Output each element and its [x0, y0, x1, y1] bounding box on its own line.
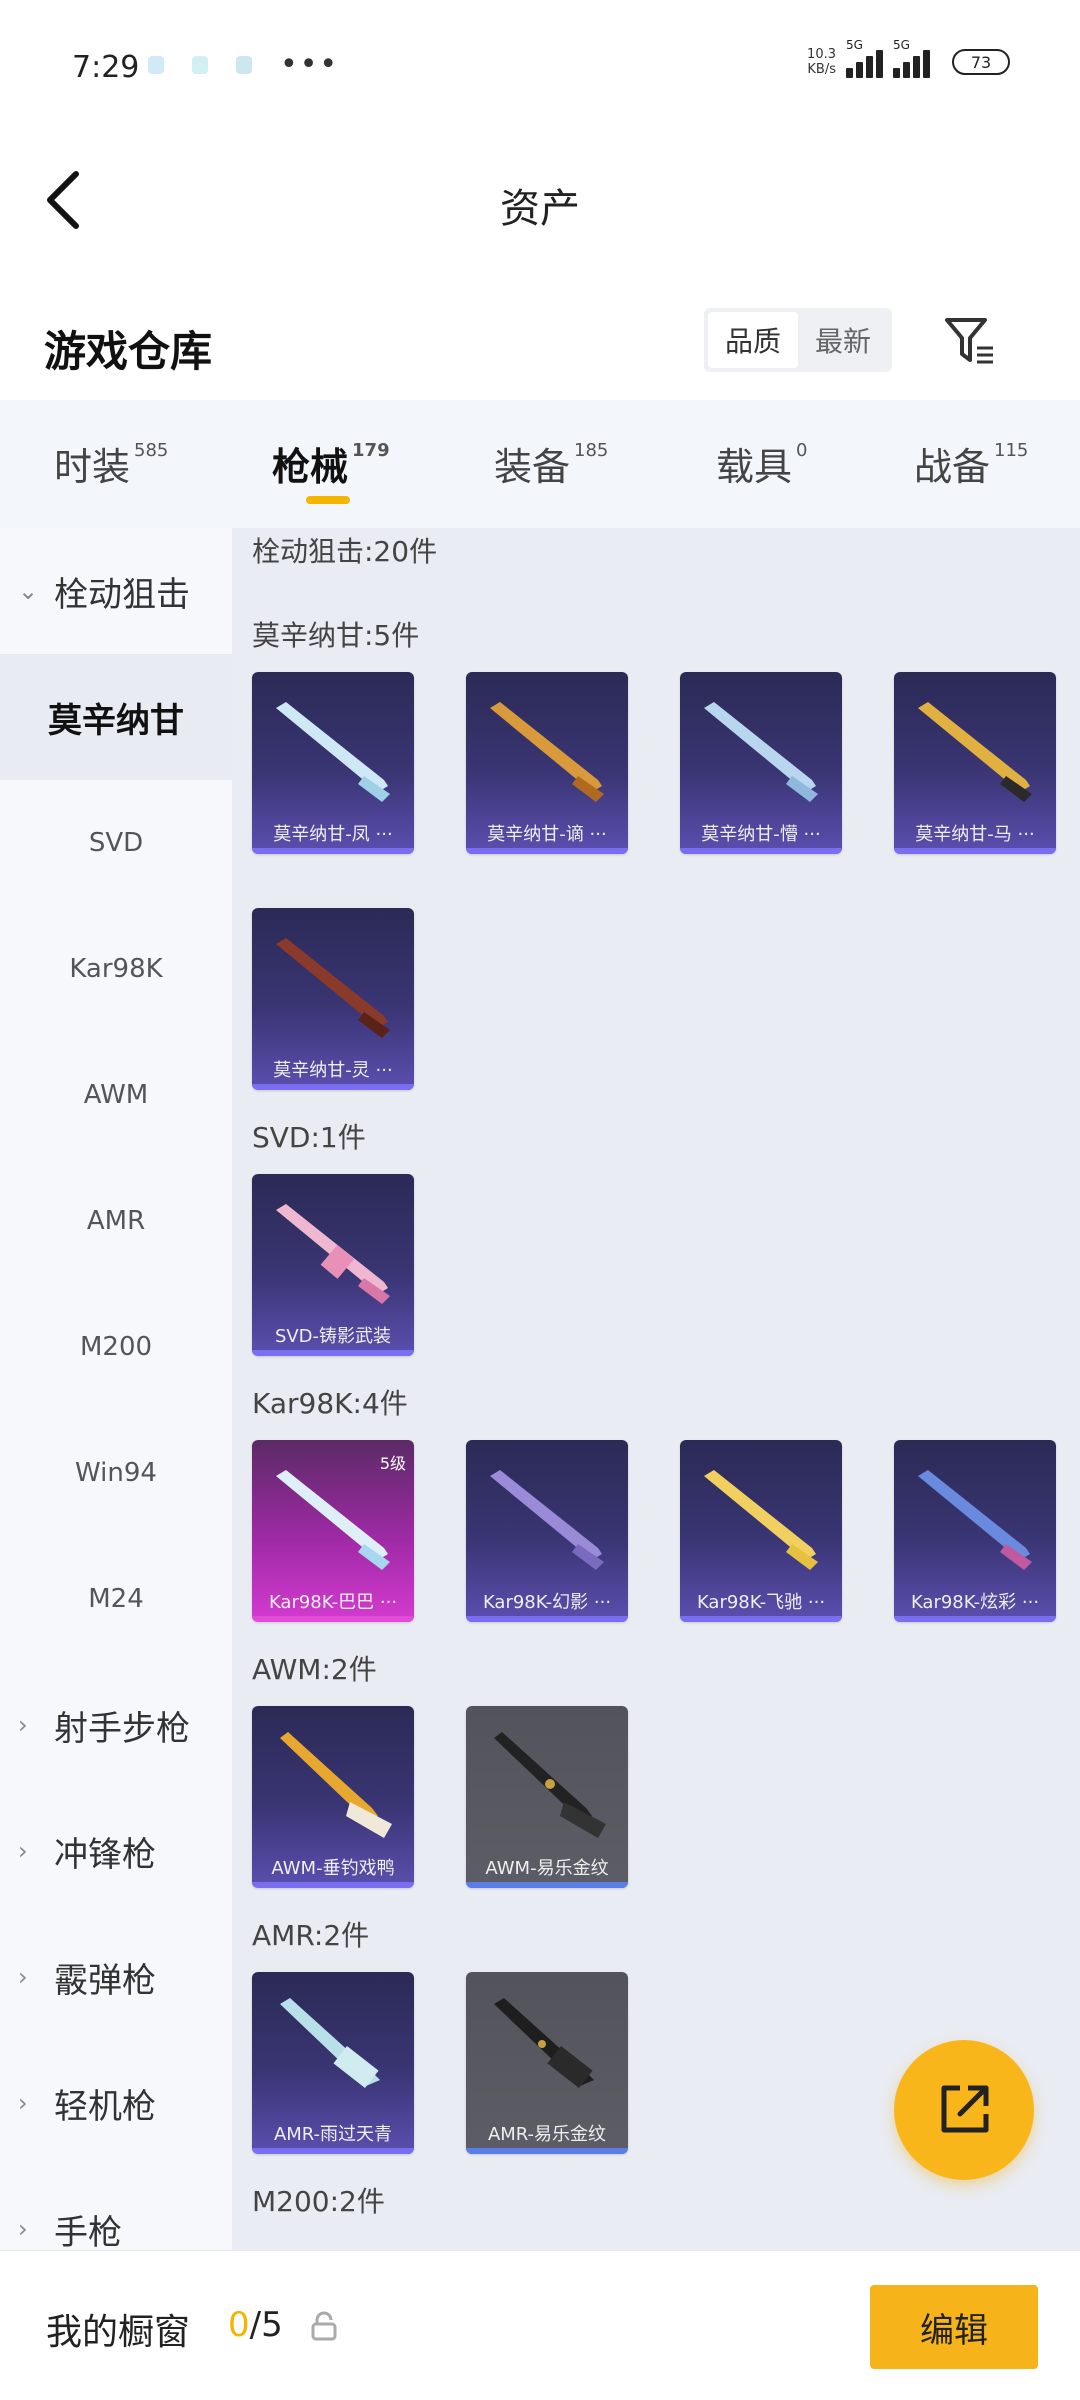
rifle-image — [276, 1204, 390, 1304]
section-label-m200: M200:2件 — [252, 2185, 385, 2218]
filter-icon — [945, 318, 993, 364]
rifle-image — [280, 1732, 392, 1838]
signal-icon-sim1: 5G — [846, 38, 883, 78]
item-card[interactable]: AMR-易乐金纹 — [466, 1972, 628, 2154]
share-button[interactable] — [894, 2040, 1034, 2180]
filter-button[interactable] — [940, 312, 1000, 372]
share-export-icon — [941, 2085, 989, 2133]
sidebar: ⌄ 栓动狙击 莫辛纳甘 SVD Kar98K AWM AMR M200 Win9… — [0, 528, 232, 2250]
drop-icon — [148, 56, 164, 74]
signal-icon-sim2: 5G — [893, 38, 930, 78]
item-card[interactable]: 5级 Kar98K-巴巴 ··· — [252, 1440, 414, 1622]
item-card[interactable]: SVD-铸影武装 — [252, 1174, 414, 1356]
active-tab-indicator — [306, 496, 350, 504]
item-card[interactable]: AMR-雨过天青 — [252, 1972, 414, 2154]
sort-toggle: 品质 最新 — [704, 308, 892, 372]
item-card[interactable]: Kar98K-炫彩 ··· — [894, 1440, 1056, 1622]
rifle-image — [276, 702, 390, 802]
chevron-right-icon: › — [18, 1837, 28, 1865]
showcase-label: 我的橱窗 — [46, 2312, 191, 2353]
item-card[interactable]: 莫辛纳甘-谪 ··· — [466, 672, 628, 854]
tab-equipment[interactable]: 装备 185 — [494, 436, 608, 491]
net-speed: 10.3 KB/s — [807, 47, 836, 77]
item-card[interactable]: 莫辛纳甘-马 ··· — [894, 672, 1056, 854]
sidebar-item-amr[interactable]: AMR — [0, 1158, 232, 1284]
bottom-bar: 我的橱窗 0/5 编辑 — [0, 2250, 1080, 2400]
rifle-image — [490, 1470, 604, 1570]
item-card[interactable]: 莫辛纳甘-灵 ··· — [252, 908, 414, 1090]
rifle-image — [276, 938, 390, 1038]
tab-fashion[interactable]: 时装 585 — [54, 436, 168, 491]
header: 资产 — [0, 110, 1080, 290]
item-card[interactable]: Kar98K-飞驰 ··· — [680, 1440, 842, 1622]
category-total-label: 栓动狙击:20件 — [252, 535, 438, 568]
status-time: 7:29 — [72, 50, 140, 85]
rifle-image — [918, 702, 1032, 802]
showcase-count: 0/5 — [228, 2305, 283, 2345]
edit-button[interactable]: 编辑 — [870, 2285, 1038, 2369]
status-right: 10.3 KB/s 5G 5G 73 — [807, 38, 1010, 78]
tab-guns[interactable]: 枪械 179 — [272, 436, 390, 491]
rifle-image — [490, 702, 604, 802]
section-label-amr: AMR:2件 — [252, 1919, 370, 1952]
battery-icon: 73 — [952, 49, 1010, 75]
lock-icon — [311, 2311, 337, 2341]
item-card[interactable]: Kar98K-幻影 ··· — [466, 1440, 628, 1622]
rifle-image — [494, 1998, 594, 2088]
sidebar-item-kar98k[interactable]: Kar98K — [0, 906, 232, 1032]
chevron-down-icon: ⌄ — [18, 577, 39, 605]
rifle-image — [918, 1470, 1032, 1570]
tab-vehicles[interactable]: 载具 0 — [716, 436, 807, 491]
status-notification-icons: ••• — [148, 47, 340, 82]
chevron-right-icon: › — [18, 2215, 28, 2243]
sidebar-group-pistol[interactable]: › 手枪 — [0, 2166, 232, 2251]
rifle-image — [276, 1470, 390, 1570]
chevron-right-icon: › — [18, 1711, 28, 1739]
category-tabs: 时装 585 枪械 179 装备 185 载具 0 战备 115 — [0, 400, 1080, 528]
chevron-right-icon: › — [18, 1963, 28, 1991]
sidebar-item-svd[interactable]: SVD — [0, 780, 232, 906]
sidebar-group-marksman[interactable]: › 射手步枪 — [0, 1662, 232, 1788]
item-card[interactable]: 莫辛纳甘-凤 ··· — [252, 672, 414, 854]
section-label-mosin: 莫辛纳甘:5件 — [252, 619, 420, 652]
item-card[interactable]: AWM-易乐金纹 — [466, 1706, 628, 1888]
warehouse-title: 游戏仓库 — [44, 327, 213, 376]
sort-quality-button[interactable]: 品质 — [708, 312, 798, 368]
page-title: 资产 — [500, 186, 580, 232]
item-card[interactable]: 莫辛纳甘-懵 ··· — [680, 672, 842, 854]
sort-newest-button[interactable]: 最新 — [798, 312, 888, 368]
rifle-image — [494, 1732, 606, 1838]
sidebar-item-awm[interactable]: AWM — [0, 1032, 232, 1158]
rifle-image — [704, 1470, 818, 1570]
sidebar-item-m200[interactable]: M200 — [0, 1284, 232, 1410]
app-icon — [192, 56, 208, 74]
item-grid: 栓动狙击:20件 莫辛纳甘:5件 莫辛纳甘-凤 ··· 莫辛纳甘-谪 ··· 莫… — [232, 528, 1080, 2250]
item-card[interactable]: AWM-垂钓戏鸭 — [252, 1706, 414, 1888]
status-bar: 7:29 ••• 10.3 KB/s 5G 5G 73 — [0, 0, 1080, 110]
sidebar-item-m24[interactable]: M24 — [0, 1536, 232, 1662]
sidebar-group-bolt-action[interactable]: ⌄ 栓动狙击 — [0, 528, 232, 654]
sidebar-group-shotgun[interactable]: › 霰弹枪 — [0, 1914, 232, 2040]
rifle-image — [280, 1998, 380, 2088]
section-label-svd: SVD:1件 — [252, 1121, 366, 1154]
section-label-kar98k: Kar98K:4件 — [252, 1387, 408, 1420]
rifle-image — [704, 702, 818, 802]
section-label-awm: AWM:2件 — [252, 1653, 377, 1686]
sidebar-group-lmg[interactable]: › 轻机枪 — [0, 2040, 232, 2166]
more-dots-icon: ••• — [280, 47, 340, 82]
sidebar-item-mosin[interactable]: 莫辛纳甘 — [0, 654, 232, 780]
gallery-icon — [236, 56, 252, 74]
warehouse-bar: 游戏仓库 品质 最新 — [0, 290, 1080, 400]
sidebar-item-win94[interactable]: Win94 — [0, 1410, 232, 1536]
sidebar-group-smg[interactable]: › 冲锋枪 — [0, 1788, 232, 1914]
chevron-right-icon: › — [18, 2089, 28, 2117]
tab-supplies[interactable]: 战备 115 — [914, 436, 1028, 491]
